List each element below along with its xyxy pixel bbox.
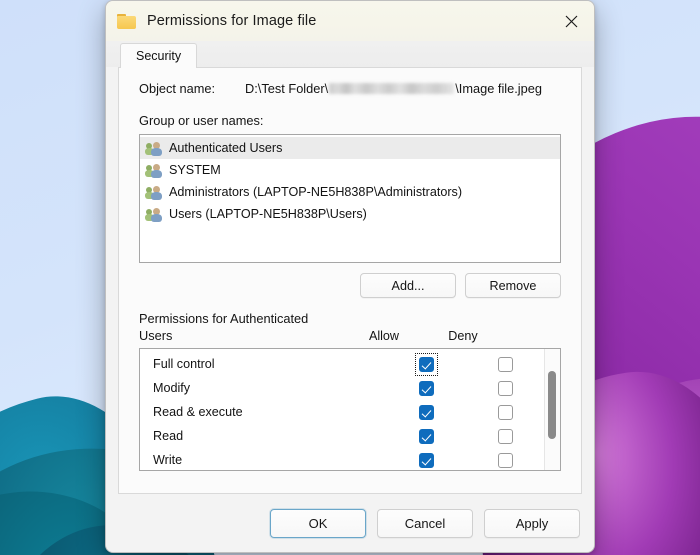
deny-checkbox-write[interactable] [497,452,513,468]
permission-allow-cell[interactable] [386,428,466,444]
object-name-value: D:\Test Folder\ \Image file.jpeg [245,81,542,96]
add-button[interactable]: Add... [360,273,456,298]
list-item[interactable]: Administrators (LAPTOP-NE5H838P\Administ… [140,181,560,203]
permissions-rows: Full control Modify Read & execute Read … [140,349,544,470]
dialog-content: Object name: D:\Test Folder\ \Image file… [118,67,582,494]
object-path-prefix: D:\Test Folder\ [245,81,329,96]
users-group-icon [145,141,162,156]
table-row[interactable]: Modify [140,376,544,400]
permissions-scrollbar[interactable] [544,349,560,470]
users-group-icon [145,207,162,222]
permission-deny-cell[interactable] [466,404,544,420]
cancel-button[interactable]: Cancel [377,508,473,538]
permission-allow-cell[interactable] [386,380,466,396]
column-header-deny: Deny [448,329,478,343]
object-name-row: Object name: D:\Test Folder\ \Image file… [139,81,561,96]
deny-checkbox-read[interactable] [497,428,513,444]
deny-checkbox-full-control[interactable] [497,356,513,372]
apply-button[interactable]: Apply [484,508,580,538]
users-group-icon [145,185,162,200]
table-row[interactable]: Full control [140,352,544,376]
deny-checkbox-modify[interactable] [497,380,513,396]
tab-strip: Security [106,41,594,68]
ok-button[interactable]: OK [270,508,366,538]
permission-deny-cell[interactable] [466,380,544,396]
permissions-listbox[interactable]: Full control Modify Read & execute Read … [139,348,561,471]
object-name-label: Object name: [139,81,216,96]
permission-deny-cell[interactable] [466,452,544,468]
users-group-icon [145,163,162,178]
list-item-label: Users (LAPTOP-NE5H838P\Users) [169,207,367,221]
permission-allow-cell[interactable] [386,452,466,468]
allow-checkbox-read[interactable] [418,428,434,444]
table-row[interactable]: Read & execute [140,400,544,424]
remove-button[interactable]: Remove [465,273,561,298]
allow-checkbox-modify[interactable] [418,380,434,396]
allow-checkbox-read-execute[interactable] [418,404,434,420]
permissions-header: Permissions for Authenticated Users Allo… [139,310,561,344]
permission-deny-cell[interactable] [466,428,544,444]
list-item-label: Authenticated Users [169,141,283,155]
column-header-allow: Allow [368,329,400,343]
tab-security[interactable]: Security [120,43,198,68]
permission-deny-cell[interactable] [466,356,544,372]
folder-icon [117,13,136,29]
table-row[interactable]: Read [140,424,544,448]
list-action-buttons: Add... Remove [139,273,561,298]
permissions-dialog: Permissions for Image file Security Obje… [105,0,595,553]
list-item[interactable]: Authenticated Users [140,137,560,159]
allow-checkbox-write[interactable] [418,452,434,468]
dialog-footer: OK Cancel Apply [106,494,594,552]
allow-checkbox-full-control[interactable] [418,356,434,372]
table-row[interactable]: Write [140,448,544,470]
permission-name: Write [153,453,183,467]
scrollbar-thumb[interactable] [548,371,556,439]
list-item-label: SYSTEM [169,163,221,177]
close-icon[interactable] [548,1,594,41]
list-item-label: Administrators (LAPTOP-NE5H838P\Administ… [169,185,463,199]
permission-name: Modify [153,381,191,395]
list-item[interactable]: Users (LAPTOP-NE5H838P\Users) [140,203,560,225]
permission-name: Read & execute [153,405,243,419]
permission-name: Full control [153,357,215,371]
focus-ring [414,352,438,376]
object-path-suffix: \Image file.jpeg [455,81,543,96]
dialog-title: Permissions for Image file [147,13,317,29]
dialog-titlebar[interactable]: Permissions for Image file [106,1,594,41]
group-user-listbox[interactable]: Authenticated Users SYSTEM Administrator… [139,134,561,263]
group-list-label: Group or user names: [139,113,264,128]
list-item[interactable]: SYSTEM [140,159,560,181]
permission-allow-cell[interactable] [386,404,466,420]
deny-checkbox-read-execute[interactable] [497,404,513,420]
permission-name: Read [153,429,184,443]
permissions-title: Permissions for Authenticated Users [139,311,309,343]
object-path-redacted [329,83,455,94]
permission-allow-cell[interactable] [386,352,466,376]
wallpaper-petal-purple-edge [586,255,700,555]
